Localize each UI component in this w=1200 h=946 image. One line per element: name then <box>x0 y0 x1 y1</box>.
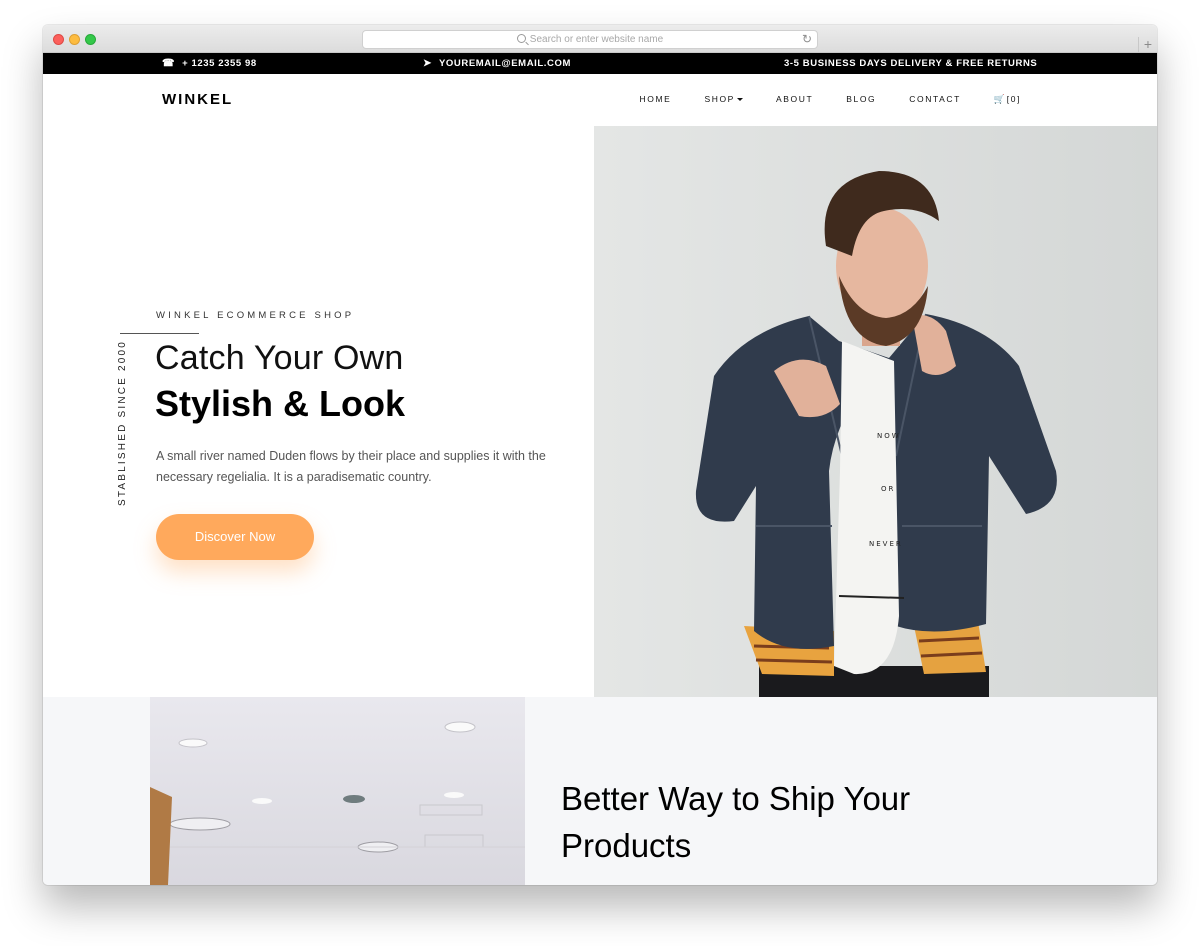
hero-title-light: Catch Your Own <box>155 339 404 377</box>
section-title: Better Way to Ship Your Products <box>561 780 911 864</box>
cart-icon: 🛒 <box>993 94 1007 104</box>
ceiling-illustration <box>150 721 525 885</box>
cart-count: [0] <box>1006 94 1021 104</box>
site-logo[interactable]: WINKEL <box>162 91 233 108</box>
topbar-phone: ☎ + 1235 2355 98 <box>162 53 257 74</box>
shirt-word-never: NEVER <box>869 540 903 548</box>
shipping-section: Better Way to Ship Your Products <box>43 697 1157 885</box>
browser-toolbar: Search or enter website name ↻ + <box>43 25 1157 53</box>
nav-item-home[interactable]: HOME <box>640 94 672 105</box>
nav-item-blog[interactable]: BLOG <box>846 94 876 105</box>
nav-item-contact[interactable]: CONTACT <box>909 94 961 105</box>
zoom-window-button[interactable] <box>85 34 96 45</box>
nav-item-shop[interactable]: SHOP <box>704 94 743 105</box>
browser-window: Search or enter website name ↻ + ☎ + 1235… <box>43 25 1157 885</box>
divider-line <box>120 333 199 334</box>
paper-plane-icon: ➤ <box>423 58 432 69</box>
search-icon <box>516 34 526 43</box>
contact-bar: ☎ + 1235 2355 98 ➤ YOUREMAIL@EMAIL.COM 3-5… <box>43 53 1157 74</box>
chevron-down-icon <box>736 98 743 101</box>
nav-menu: HOME SHOP ABOUT BLOG CONTACT 🛒[0] <box>607 94 1021 105</box>
nav-item-about[interactable]: ABOUT <box>776 94 813 105</box>
established-label: STABLISHED SINCE 2000 <box>117 339 128 506</box>
nav-item-cart[interactable]: 🛒[0] <box>994 94 1021 105</box>
phone-number: + 1235 2355 98 <box>182 58 257 69</box>
new-tab-button[interactable]: + <box>1138 37 1157 53</box>
screenshot-stage: Search or enter website name ↻ + ☎ + 1235… <box>0 0 1200 946</box>
shirt-word-now: NOW <box>877 432 901 440</box>
hero-section: STABLISHED SINCE 2000 WINKEL ECOMMERCE S… <box>43 126 1157 697</box>
nav-item-shop-label: SHOP <box>704 94 735 104</box>
main-navbar: WINKEL HOME SHOP ABOUT BLOG CONTACT 🛒[0] <box>43 74 1157 126</box>
address-bar[interactable]: Search or enter website name ↻ <box>362 30 818 49</box>
reload-icon[interactable]: ↻ <box>802 31 812 48</box>
shirt-word-or: OR <box>881 485 895 493</box>
shipping-notice: 3-5 BUSINESS DAYS DELIVERY & FREE RETURN… <box>784 58 1038 69</box>
close-window-button[interactable] <box>53 34 64 45</box>
discover-now-button[interactable]: Discover Now <box>156 514 314 560</box>
phone-icon: ☎ <box>162 58 176 69</box>
address-placeholder: Search or enter website name <box>529 34 664 45</box>
email-address: YOUREMAIL@EMAIL.COM <box>438 58 572 69</box>
hero-model-image: NOW OR NEVER <box>594 126 1157 697</box>
minimize-window-button[interactable] <box>69 34 80 45</box>
hero-kicker: WINKEL ECOMMERCE SHOP <box>156 310 355 321</box>
model-illustration: NOW OR NEVER <box>695 171 1057 697</box>
hero-title-bold: Stylish & Look <box>155 383 406 424</box>
topbar-email[interactable]: ➤ YOUREMAIL@EMAIL.COM <box>423 53 571 74</box>
store-ceiling-image <box>150 697 525 885</box>
hero-description: A small river named Duden flows by their… <box>156 449 546 484</box>
